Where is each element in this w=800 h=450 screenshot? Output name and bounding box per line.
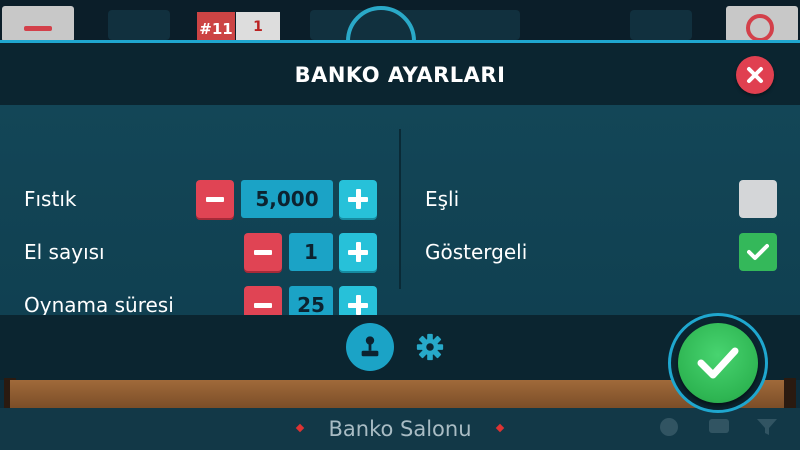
column-divider [399,129,401,289]
bg-pill [108,10,170,40]
el-sayisi-minus-button[interactable] [244,233,282,271]
oynama-suresi-label: Oynama süresi [24,293,174,317]
esli-label: Eşli [425,187,460,211]
fistik-minus-button[interactable] [196,180,234,218]
plus-icon [348,242,368,262]
settings-icon [660,418,678,436]
el-sayisi-label: El sayısı [24,240,105,264]
minus-icon [206,196,224,202]
settings-content: Fıstık 5,000 El sayısı 1 Oynama süresi 2… [0,105,800,324]
check-icon [747,244,769,260]
plus-icon [348,295,368,315]
modal-header: BANKO AYARLARI [0,43,800,105]
tab-game-settings[interactable] [346,323,394,371]
menu-button-bg [2,6,74,42]
el-sayisi-plus-button[interactable] [339,233,377,271]
joystick-icon [361,336,379,357]
modal-title: BANKO AYARLARI [294,63,506,87]
el-sayisi-value: 1 [289,233,333,271]
confirm-button[interactable] [678,323,758,403]
close-icon [747,67,763,83]
chat-icon [709,419,729,433]
fistik-plus-button[interactable] [339,180,377,218]
check-icon [697,347,739,379]
gostergeli-label: Göstergeli [425,240,528,264]
minus-icon [254,302,272,308]
bg-right-button [726,6,798,42]
rank-badge: #11 [197,12,235,42]
filter-icon [757,419,777,435]
table-edge-right [784,378,796,410]
tab-general-settings[interactable] [412,329,448,365]
bg-pill [630,10,692,40]
fistik-label: Fıstık [24,187,77,211]
minus-icon [254,249,272,255]
count-badge: 1 [236,12,280,42]
gear-icon [416,333,444,361]
esli-checkbox[interactable] [739,180,777,218]
plus-icon [348,189,368,209]
fistik-value: 5,000 [241,180,333,218]
gostergeli-checkbox[interactable] [739,233,777,271]
close-button[interactable] [736,56,774,94]
